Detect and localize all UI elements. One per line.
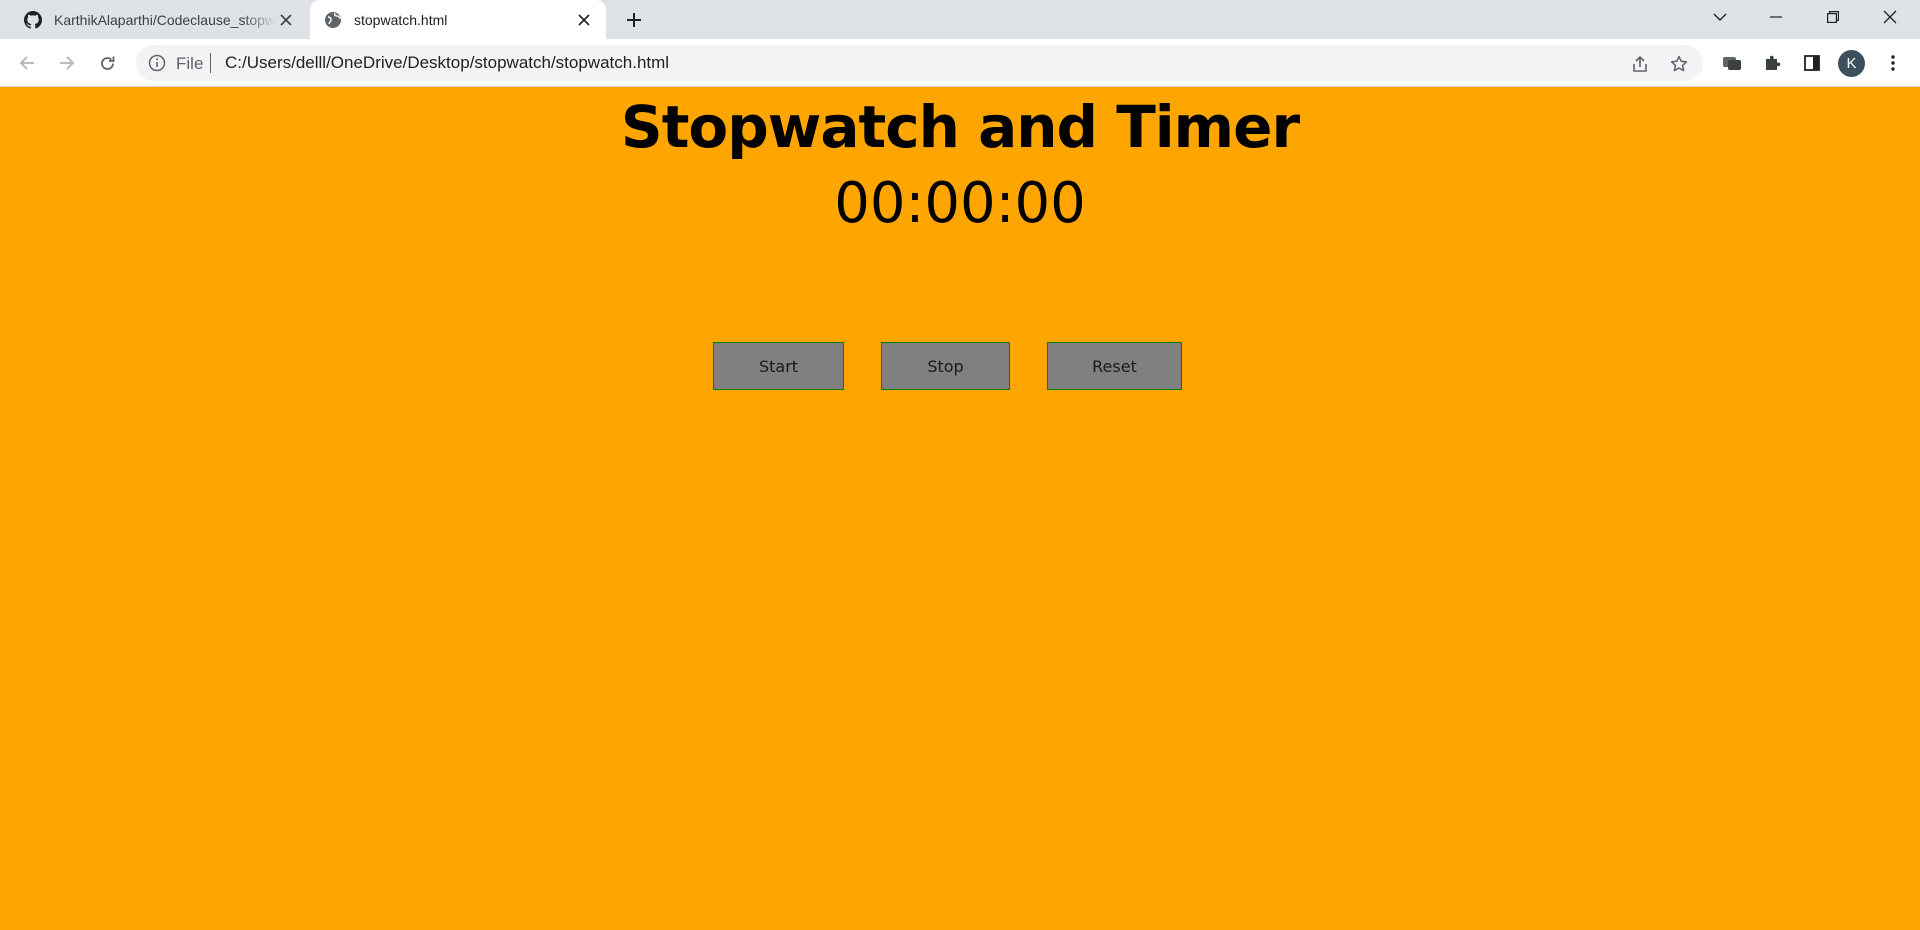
new-tab-button[interactable] <box>622 8 646 32</box>
divider <box>210 53 211 73</box>
reload-icon <box>100 56 114 70</box>
forward-button[interactable] <box>51 47 83 79</box>
github-icon <box>24 10 42 29</box>
close-icon <box>1883 10 1897 23</box>
tab-strip: KarthikAlaparthi/Codeclause_stopwatch st… <box>0 0 1920 39</box>
side-panel-icon <box>1804 55 1820 71</box>
profile-avatar[interactable]: K <box>1838 50 1865 77</box>
tab-github[interactable]: KarthikAlaparthi/Codeclause_stopwatch <box>10 0 308 39</box>
scheme-label: File <box>176 54 204 73</box>
extensions-menu-button[interactable] <box>1756 47 1788 79</box>
share-icon[interactable] <box>1630 54 1650 74</box>
tab-stopwatch[interactable]: stopwatch.html <box>310 0 606 39</box>
bookmark-star-icon[interactable] <box>1669 54 1689 74</box>
arrow-left-icon <box>19 56 34 70</box>
restore-button[interactable] <box>1805 0 1861 33</box>
menu-button[interactable] <box>1877 47 1909 79</box>
close-tab-icon[interactable] <box>574 10 594 30</box>
time-display: 00:00:00 <box>834 171 1086 236</box>
minimize-button[interactable] <box>1748 0 1804 33</box>
tab-title: stopwatch.html <box>354 11 448 28</box>
extension-button[interactable] <box>1716 47 1748 79</box>
reload-button[interactable] <box>91 47 123 79</box>
side-panel-button[interactable] <box>1796 47 1828 79</box>
plus-icon <box>627 13 641 27</box>
arrow-right-icon <box>60 56 75 70</box>
chevron-down-icon <box>1713 13 1727 21</box>
start-button[interactable]: Start <box>713 342 844 390</box>
stop-button[interactable]: Stop <box>881 342 1010 390</box>
restore-icon <box>1827 10 1839 23</box>
globe-icon <box>324 11 342 29</box>
browser-toolbar: File C:/Users/delll/OneDrive/Desktop/sto… <box>0 39 1920 87</box>
minimize-icon <box>1770 15 1782 18</box>
page-content: Stopwatch and Timer 00:00:00 Start Stop … <box>0 87 1920 930</box>
close-tab-icon[interactable] <box>276 10 296 30</box>
info-icon[interactable] <box>148 54 166 72</box>
chat-extension-icon <box>1723 57 1741 70</box>
url-text[interactable]: C:/Users/delll/OneDrive/Desktop/stopwatc… <box>225 53 669 73</box>
page-title: Stopwatch and Timer <box>620 93 1300 161</box>
puzzle-icon <box>1766 55 1781 70</box>
reset-button[interactable]: Reset <box>1047 342 1182 390</box>
browser-chrome: KarthikAlaparthi/Codeclause_stopwatch st… <box>0 0 1920 87</box>
address-bar[interactable]: File C:/Users/delll/OneDrive/Desktop/sto… <box>136 45 1703 81</box>
back-button[interactable] <box>11 47 43 79</box>
tab-search-button[interactable] <box>1692 0 1748 33</box>
close-window-button[interactable] <box>1862 0 1918 33</box>
kebab-menu-icon <box>1891 55 1895 71</box>
tab-title: KarthikAlaparthi/Codeclause_stopwatch <box>54 11 276 28</box>
